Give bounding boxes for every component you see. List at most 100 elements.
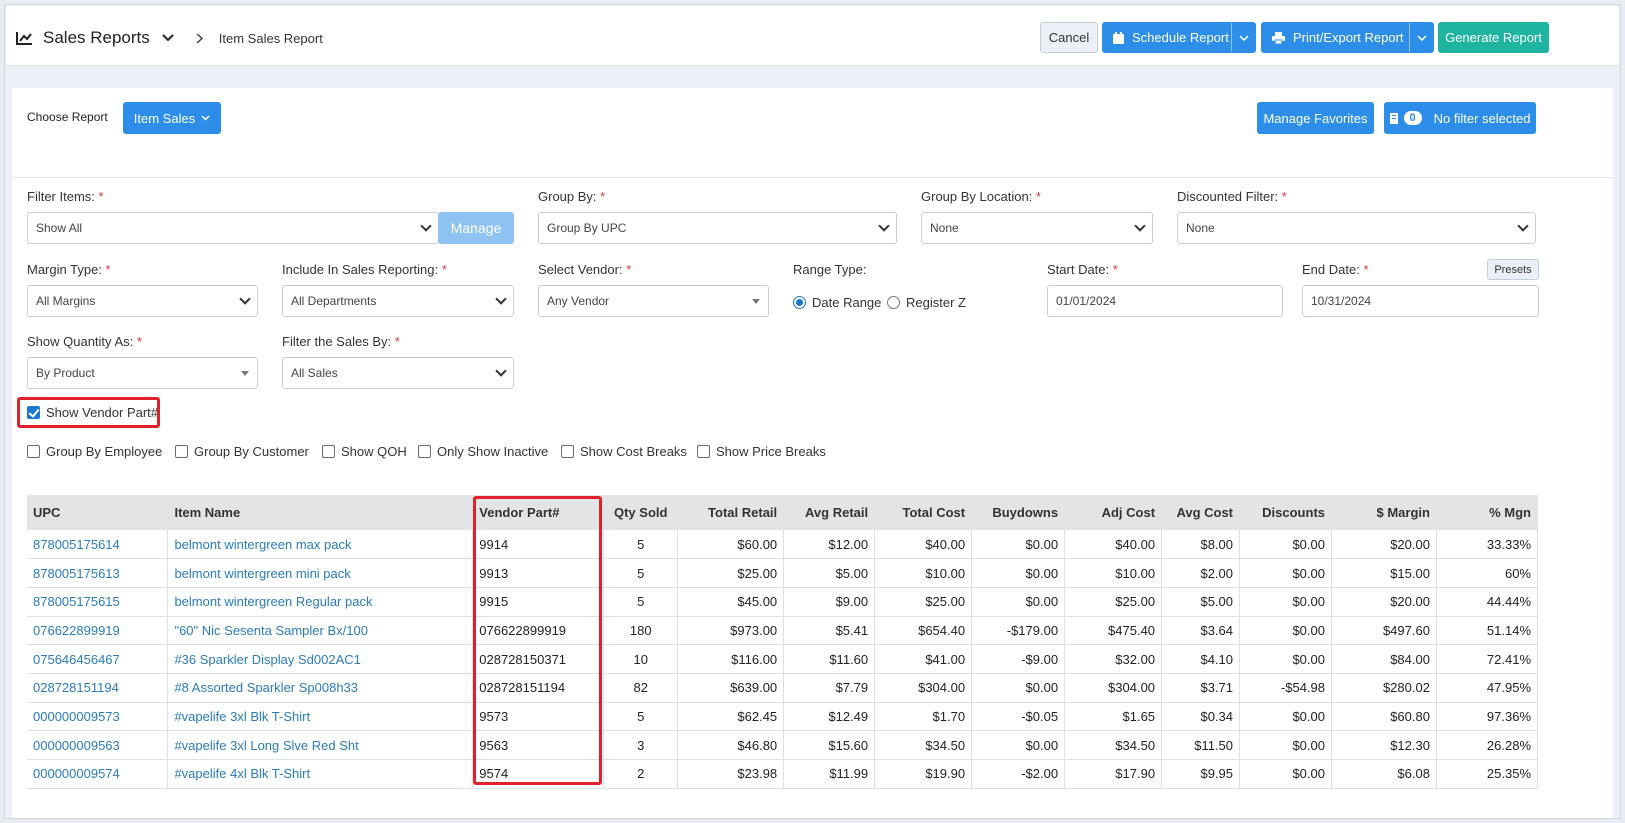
- manage-favorites-button[interactable]: Manage Favorites: [1257, 102, 1374, 134]
- schedule-report-button[interactable]: Schedule Report: [1102, 22, 1256, 53]
- item-name-cell[interactable]: #vapelife 4xl Blk T-Shirt: [167, 759, 474, 789]
- col-avg-retail[interactable]: Avg Retail: [783, 495, 876, 530]
- only-show-inactive-checkbox[interactable]: [418, 445, 431, 458]
- discounts-cell: $0.00: [1239, 644, 1332, 674]
- col-upc[interactable]: UPC: [27, 495, 169, 530]
- breadcrumb: Item Sales Report: [218, 30, 323, 46]
- presets-button[interactable]: Presets: [1487, 259, 1539, 280]
- col-item-name[interactable]: Item Name: [167, 495, 474, 530]
- upc-cell[interactable]: 075646456467: [27, 644, 169, 674]
- date-range-radio[interactable]: [793, 296, 806, 309]
- upc-cell[interactable]: 076622899919: [27, 616, 169, 646]
- upc-cell[interactable]: 000000009563: [27, 730, 169, 760]
- upc-cell[interactable]: 878005175614: [27, 530, 169, 560]
- total-retail-cell: $973.00: [677, 616, 785, 646]
- show-cost-breaks-checkbox[interactable]: [561, 445, 574, 458]
- group-by-employee-checkbox[interactable]: [27, 445, 40, 458]
- avg-cost-cell: $3.64: [1161, 616, 1241, 646]
- group-by-customer-checkbox[interactable]: [175, 445, 188, 458]
- group-by-location-select[interactable]: None: [921, 212, 1153, 244]
- avg-retail-cell: $12.00: [783, 530, 876, 560]
- item-name-cell[interactable]: belmont wintergreen max pack: [167, 530, 474, 560]
- chevron-down-icon: [1517, 220, 1529, 232]
- margin-type-select[interactable]: All Margins: [27, 285, 258, 317]
- group-by-customer-option[interactable]: Group By Customer: [175, 444, 309, 459]
- select-vendor-select[interactable]: Any Vendor: [538, 285, 769, 317]
- item-name-cell[interactable]: #vapelife 3xl Long Slve Red Sht: [167, 730, 474, 760]
- chevron-down-icon[interactable]: [162, 34, 174, 42]
- only-show-inactive-option[interactable]: Only Show Inactive: [418, 444, 548, 459]
- table-row: 075646456467 #36 Sparkler Display Sd002AC…: [27, 644, 1539, 674]
- margin-percent-cell: 60%: [1436, 558, 1539, 588]
- filter-status-button[interactable]: 0 No filter selected: [1384, 102, 1536, 134]
- buydowns-cell: $0.00: [971, 587, 1066, 617]
- print-dropdown-toggle[interactable]: [1409, 23, 1433, 52]
- filter-items-select[interactable]: Show All: [27, 212, 439, 244]
- show-qoh-option[interactable]: Show QOH: [322, 444, 407, 459]
- item-name-cell[interactable]: #vapelife 3xl Blk T-Shirt: [167, 702, 474, 732]
- range-register-option[interactable]: Register Z: [887, 295, 966, 310]
- filter-status-label: No filter selected: [1433, 110, 1531, 126]
- show-price-breaks-option[interactable]: Show Price Breaks: [697, 444, 826, 459]
- schedule-dropdown-toggle[interactable]: [1231, 23, 1255, 52]
- end-date-label: End Date: *: [1302, 262, 1369, 277]
- margin-percent-cell: 97.36%: [1436, 702, 1539, 732]
- cancel-button[interactable]: Cancel: [1040, 22, 1098, 53]
- page-title[interactable]: Sales Reports: [43, 28, 150, 48]
- register-z-radio[interactable]: [887, 296, 900, 309]
- upc-cell[interactable]: 000000009573: [27, 702, 169, 732]
- buydowns-cell: $0.00: [971, 673, 1066, 703]
- avg-cost-cell: $11.50: [1161, 730, 1241, 760]
- show-quantity-select[interactable]: By Product: [27, 357, 258, 389]
- filter-sales-by-select[interactable]: All Sales: [282, 357, 514, 389]
- qty-sold-cell: 5: [603, 530, 679, 560]
- col-total-retail[interactable]: Total Retail: [677, 495, 785, 530]
- filter-sales-by-label: Filter the Sales By: *: [282, 334, 400, 349]
- filter-icon: [1389, 112, 1398, 124]
- group-by-employee-option[interactable]: Group By Employee: [27, 444, 162, 459]
- adj-cost-cell: $17.90: [1064, 759, 1163, 789]
- include-in-sales-select[interactable]: All Departments: [282, 285, 514, 317]
- show-price-breaks-checkbox[interactable]: [697, 445, 710, 458]
- upc-cell[interactable]: 000000009574: [27, 759, 169, 789]
- highlight-box-vendor-column: [473, 496, 602, 785]
- table-row: 000000009573 #vapelife 3xl Blk T-Shirt 957…: [27, 702, 1539, 732]
- col-total-cost[interactable]: Total Cost: [874, 495, 973, 530]
- title-group: Sales Reports Item Sales Report: [16, 28, 323, 48]
- buydowns-cell: -$0.05: [971, 702, 1066, 732]
- item-name-cell[interactable]: belmont wintergreen Regular pack: [167, 587, 474, 617]
- generate-report-button[interactable]: Generate Report: [1438, 22, 1549, 53]
- register-z-label: Register Z: [906, 295, 966, 310]
- upc-cell[interactable]: 878005175615: [27, 587, 169, 617]
- margin-amount-cell: $15.00: [1331, 558, 1437, 588]
- show-vendor-part-option[interactable]: Show Vendor Part#: [27, 405, 158, 420]
- start-date-input[interactable]: 01/01/2024: [1047, 285, 1283, 317]
- qty-sold-cell: 5: [603, 558, 679, 588]
- show-qoh-checkbox[interactable]: [322, 445, 335, 458]
- col-margin-amount[interactable]: $ Margin: [1331, 495, 1437, 530]
- avg-retail-cell: $12.49: [783, 702, 876, 732]
- total-retail-cell: $23.98: [677, 759, 785, 789]
- item-name-cell[interactable]: #8 Assorted Sparkler Sp008h33: [167, 673, 474, 703]
- print-export-button[interactable]: Print/Export Report: [1261, 22, 1434, 53]
- col-avg-cost[interactable]: Avg Cost: [1161, 495, 1241, 530]
- col-margin-percent[interactable]: % Mgn: [1436, 495, 1539, 530]
- item-name-cell[interactable]: belmont wintergreen mini pack: [167, 558, 474, 588]
- item-name-cell[interactable]: "60" Nic Sesenta Sampler Bx/100: [167, 616, 474, 646]
- range-date-option[interactable]: Date Range: [793, 295, 881, 310]
- report-type-dropdown[interactable]: Item Sales: [123, 102, 221, 134]
- upc-cell[interactable]: 028728151194: [27, 673, 169, 703]
- item-name-cell[interactable]: #36 Sparkler Display Sd002AC1: [167, 644, 474, 674]
- col-qty-sold[interactable]: Qty Sold: [603, 495, 679, 530]
- discounted-filter-select[interactable]: None: [1177, 212, 1536, 244]
- group-by-select[interactable]: Group By UPC: [538, 212, 897, 244]
- show-cost-breaks-option[interactable]: Show Cost Breaks: [561, 444, 687, 459]
- upc-cell[interactable]: 878005175613: [27, 558, 169, 588]
- chevron-down-icon: [1416, 34, 1427, 41]
- end-date-input[interactable]: 10/31/2024: [1302, 285, 1539, 317]
- col-buydowns[interactable]: Buydowns: [971, 495, 1066, 530]
- manage-filter-button[interactable]: Manage: [438, 212, 514, 244]
- col-adj-cost[interactable]: Adj Cost: [1064, 495, 1163, 530]
- show-vendor-part-checkbox[interactable]: [27, 406, 40, 419]
- col-discounts[interactable]: Discounts: [1239, 495, 1332, 530]
